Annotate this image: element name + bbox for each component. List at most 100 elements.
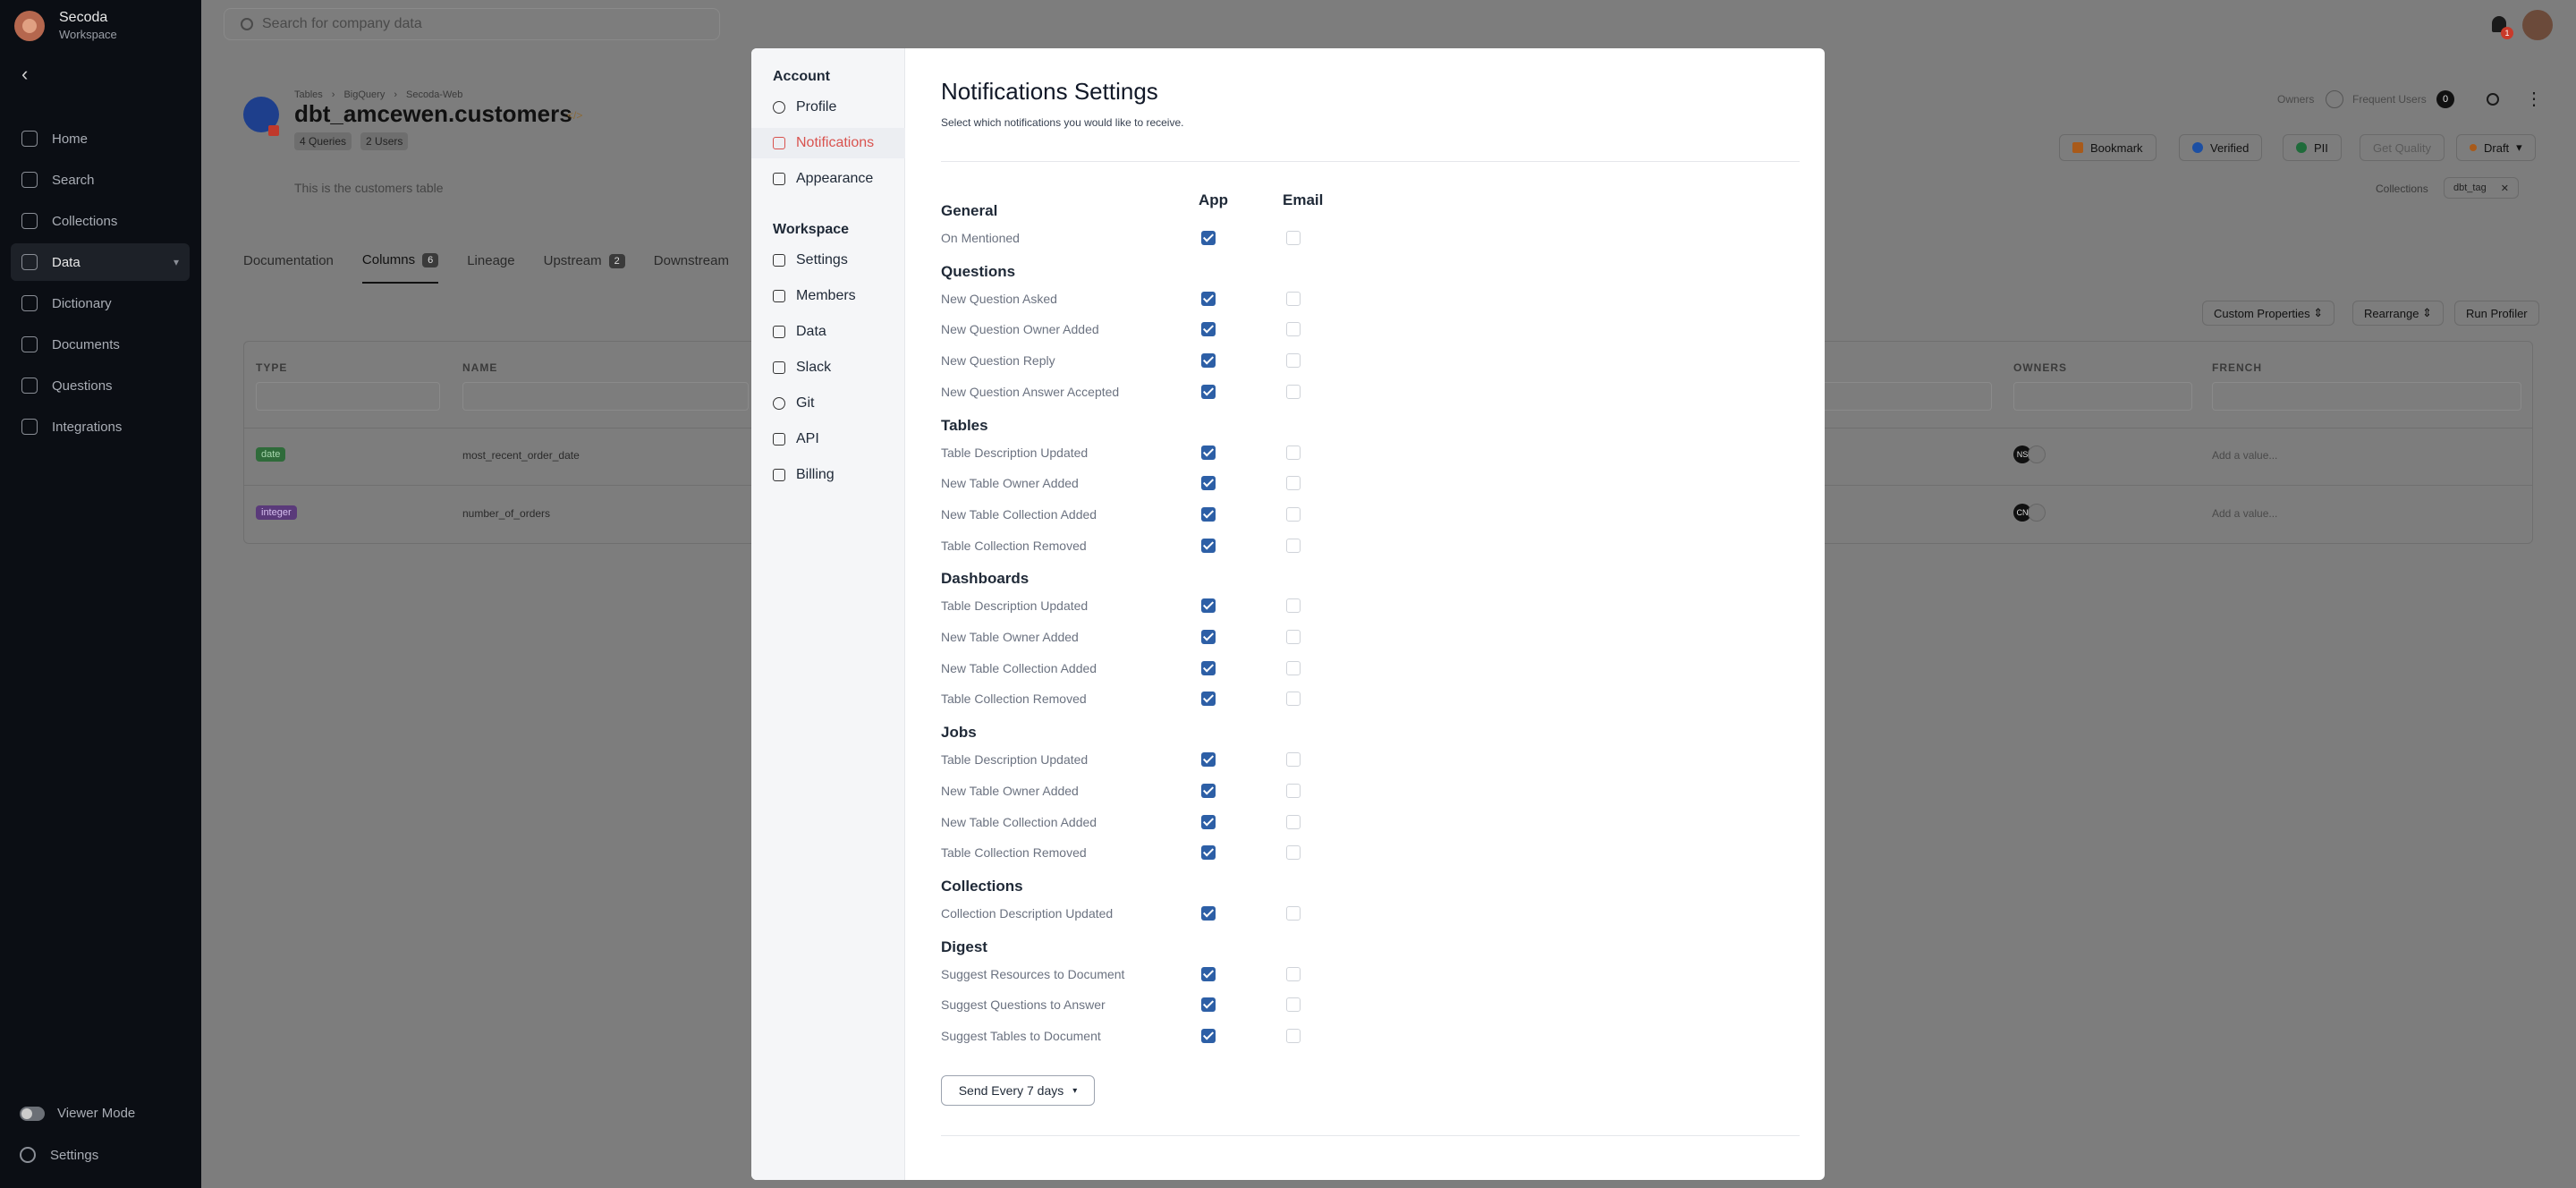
app-checkbox[interactable] <box>1201 598 1216 614</box>
add-owner-button[interactable] <box>2326 90 2343 108</box>
table-description[interactable]: This is the customers table <box>294 181 444 195</box>
email-checkbox[interactable] <box>1286 538 1301 553</box>
email-checkbox[interactable] <box>1286 291 1301 306</box>
add-owner-icon[interactable] <box>2028 446 2046 463</box>
sidebar-item-search[interactable]: Search <box>11 161 190 199</box>
app-checkbox[interactable] <box>1201 814 1216 829</box>
bookmark-button[interactable]: Bookmark <box>2059 134 2157 161</box>
settings-item-slack[interactable]: Slack <box>751 352 905 383</box>
app-checkbox[interactable] <box>1201 630 1216 644</box>
column-name[interactable]: number_of_orders <box>462 507 550 520</box>
sidebar-item-questions[interactable]: Questions <box>11 367 190 404</box>
custom-properties-button[interactable]: Custom Properties ⇕ <box>2202 301 2335 326</box>
settings-item-profile[interactable]: Profile <box>751 92 905 123</box>
email-checkbox[interactable] <box>1286 845 1301 861</box>
app-checkbox[interactable] <box>1201 445 1216 460</box>
email-checkbox[interactable] <box>1286 692 1301 707</box>
settings-item-members[interactable]: Members <box>751 281 905 311</box>
back-arrow-icon[interactable]: ‹ <box>21 63 28 86</box>
chevron-down-icon[interactable]: ▾ <box>174 256 179 268</box>
email-checkbox[interactable] <box>1286 752 1301 768</box>
app-checkbox[interactable] <box>1201 752 1216 768</box>
sidebar-item-integrations[interactable]: Integrations <box>11 408 190 446</box>
share-icon[interactable] <box>2487 93 2499 106</box>
app-checkbox[interactable] <box>1201 384 1216 399</box>
settings-item-billing[interactable]: Billing <box>751 460 905 490</box>
pii-button[interactable]: PII <box>2283 134 2342 161</box>
tab-lineage[interactable]: Lineage <box>467 252 514 284</box>
sidebar-item-data[interactable]: Data ▾ <box>11 243 190 281</box>
queries-chip[interactable]: 4 Queries <box>294 132 352 150</box>
settings-item-git[interactable]: Git <box>751 388 905 419</box>
app-checkbox[interactable] <box>1201 692 1216 707</box>
app-checkbox[interactable] <box>1201 476 1216 491</box>
tab-downstream[interactable]: Downstream <box>654 252 729 284</box>
viewer-mode-toggle[interactable]: Viewer Mode <box>20 1106 135 1121</box>
app-checkbox[interactable] <box>1201 1029 1216 1043</box>
email-checkbox[interactable] <box>1286 905 1301 921</box>
column-header-french[interactable]: FRENCH <box>2212 361 2262 374</box>
settings-item-data[interactable]: Data <box>751 317 905 347</box>
email-checkbox[interactable] <box>1286 476 1301 491</box>
name-filter-input[interactable] <box>462 382 749 411</box>
app-checkbox[interactable] <box>1201 905 1216 921</box>
email-checkbox[interactable] <box>1286 783 1301 798</box>
type-filter-input[interactable] <box>256 382 440 411</box>
french-filter-input[interactable] <box>2212 382 2521 411</box>
french-value[interactable]: Add a value... <box>2212 507 2277 520</box>
users-chip[interactable]: 2 Users <box>360 132 409 150</box>
tab-columns[interactable]: Columns 6 <box>361 252 439 284</box>
email-checkbox[interactable] <box>1286 997 1301 1013</box>
add-owner-icon[interactable] <box>2028 504 2046 522</box>
email-checkbox[interactable] <box>1286 353 1301 369</box>
email-checkbox[interactable] <box>1286 1029 1301 1043</box>
settings-item-api[interactable]: API <box>751 424 905 454</box>
app-checkbox[interactable] <box>1201 783 1216 798</box>
toggle-switch[interactable] <box>20 1106 45 1121</box>
settings-item-notifications[interactable]: Notifications <box>751 128 905 158</box>
breadcrumb-item[interactable]: Secoda-Web <box>406 89 462 100</box>
app-checkbox[interactable] <box>1201 845 1216 861</box>
verified-button[interactable]: Verified <box>2179 134 2263 161</box>
settings-item-appearance[interactable]: Appearance <box>751 164 905 194</box>
column-header-owners[interactable]: OWNERS <box>2013 361 2067 374</box>
email-checkbox[interactable] <box>1286 660 1301 675</box>
sidebar-item-dictionary[interactable]: Dictionary <box>11 284 190 322</box>
app-checkbox[interactable] <box>1201 660 1216 675</box>
column-name[interactable]: most_recent_order_date <box>462 449 580 462</box>
email-checkbox[interactable] <box>1286 231 1301 245</box>
settings-item-settings[interactable]: Settings <box>751 245 905 276</box>
tab-upstream[interactable]: Upstream 2 <box>544 252 625 284</box>
get-quality-button[interactable]: Get Quality <box>2360 134 2445 161</box>
email-checkbox[interactable] <box>1286 630 1301 644</box>
column-header-name[interactable]: NAME <box>462 361 497 374</box>
email-checkbox[interactable] <box>1286 966 1301 981</box>
email-checkbox[interactable] <box>1286 445 1301 460</box>
email-checkbox[interactable] <box>1286 506 1301 522</box>
email-checkbox[interactable] <box>1286 322 1301 337</box>
search-input[interactable]: Search for company data <box>224 8 720 40</box>
app-checkbox[interactable] <box>1201 966 1216 981</box>
user-avatar[interactable] <box>2522 10 2553 40</box>
column-header-type[interactable]: TYPE <box>256 361 287 374</box>
close-icon[interactable]: ✕ <box>2501 182 2509 194</box>
breadcrumb-item[interactable]: BigQuery <box>343 89 385 100</box>
breadcrumb-item[interactable]: Tables <box>294 89 323 100</box>
run-profiler-button[interactable]: Run Profiler <box>2454 301 2539 326</box>
more-options-icon[interactable]: ⋮ <box>2525 88 2543 110</box>
tab-documentation[interactable]: Documentation <box>243 252 334 284</box>
owners-filter-input[interactable] <box>2013 382 2192 411</box>
app-checkbox[interactable] <box>1201 322 1216 337</box>
french-value[interactable]: Add a value... <box>2212 449 2277 462</box>
code-icon[interactable]: </> <box>567 109 582 122</box>
rearrange-button[interactable]: Rearrange ⇕ <box>2352 301 2444 326</box>
app-checkbox[interactable] <box>1201 506 1216 522</box>
sidebar-item-home[interactable]: Home <box>11 120 190 157</box>
workspace-switcher[interactable]: Secoda Workspace <box>14 9 117 43</box>
app-checkbox[interactable] <box>1201 538 1216 553</box>
email-checkbox[interactable] <box>1286 814 1301 829</box>
sidebar-item-settings[interactable]: Settings <box>20 1147 98 1163</box>
app-checkbox[interactable] <box>1201 291 1216 306</box>
collection-tag[interactable]: dbt_tag ✕ <box>2444 177 2519 199</box>
email-checkbox[interactable] <box>1286 598 1301 614</box>
